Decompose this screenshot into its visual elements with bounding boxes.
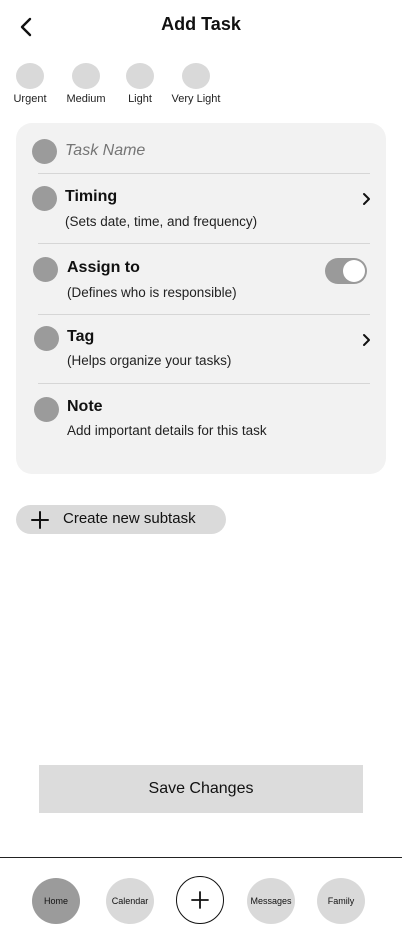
divider xyxy=(38,173,370,174)
nav-divider xyxy=(0,857,402,858)
task-name-circle xyxy=(32,139,57,164)
priority-dot xyxy=(182,63,210,89)
assign-title: Assign to xyxy=(67,259,140,276)
priority-dot xyxy=(126,63,154,89)
nav-home[interactable]: Home xyxy=(32,878,80,924)
timing-circle xyxy=(32,186,57,211)
divider xyxy=(38,314,370,315)
divider xyxy=(38,243,370,244)
task-name-input[interactable] xyxy=(65,140,355,162)
priority-very-light[interactable]: Very Light xyxy=(161,63,231,105)
tag-subtitle: (Helps organize your tasks) xyxy=(67,353,232,368)
tag-circle xyxy=(34,326,59,351)
tag-row[interactable] xyxy=(30,317,380,381)
nav-add-button[interactable] xyxy=(176,876,224,924)
note-circle xyxy=(34,397,59,422)
timing-subtitle: (Sets date, time, and frequency) xyxy=(65,214,258,229)
divider xyxy=(38,383,370,384)
assign-toggle[interactable] xyxy=(325,258,367,284)
priority-dot xyxy=(16,63,44,89)
plus-icon xyxy=(191,891,209,909)
priority-dot xyxy=(72,63,100,89)
toggle-knob xyxy=(343,260,365,282)
plus-icon xyxy=(31,511,49,529)
nav-family[interactable]: Family xyxy=(317,878,365,924)
save-changes-button[interactable]: Save Changes xyxy=(39,765,363,813)
page-title: Add Task xyxy=(161,14,241,34)
nav-calendar[interactable]: Calendar xyxy=(106,878,154,924)
note-subtitle: Add important details for this task xyxy=(67,423,267,438)
assign-subtitle: (Defines who is responsible) xyxy=(67,285,237,300)
assign-circle xyxy=(33,257,58,282)
nav-messages[interactable]: Messages xyxy=(247,878,295,924)
note-title: Note xyxy=(67,398,103,415)
create-subtask-label: Create new subtask xyxy=(63,510,196,527)
priority-label: Very Light xyxy=(171,93,221,105)
tag-title: Tag xyxy=(67,328,95,345)
timing-title: Timing xyxy=(65,188,118,205)
chevron-right-icon[interactable] xyxy=(362,333,372,347)
note-row[interactable] xyxy=(30,386,380,450)
timing-row[interactable] xyxy=(30,176,380,240)
chevron-right-icon[interactable] xyxy=(362,192,372,206)
create-subtask-button[interactable]: Create new subtask xyxy=(16,505,226,534)
